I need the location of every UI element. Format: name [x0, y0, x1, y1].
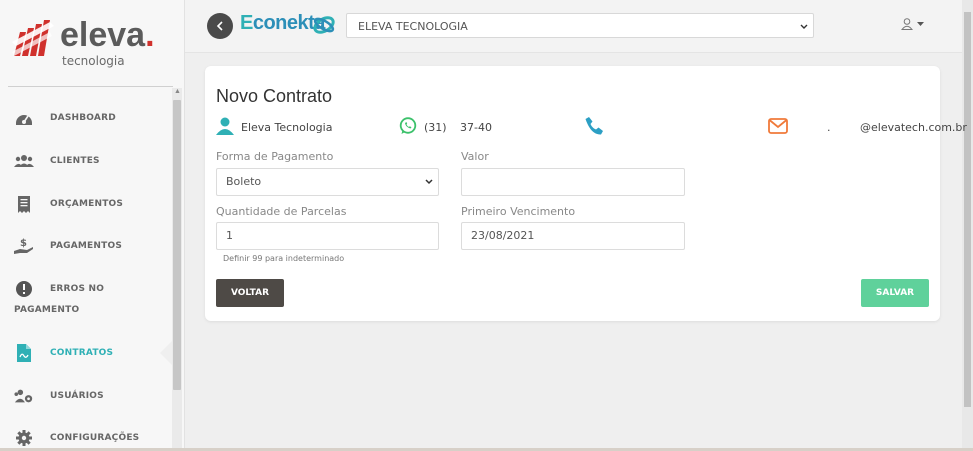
whatsapp-number: 37-40 [460, 121, 492, 134]
first-due-date-input[interactable]: 23/08/2021 [461, 222, 685, 250]
sidebar-scrollbar[interactable]: ▲ [172, 88, 182, 448]
sidebar-item-configuracoes[interactable]: CONFIGURAÇÕES [0, 428, 172, 448]
dashboard-icon [14, 108, 34, 128]
value-input[interactable] [461, 168, 685, 196]
email-prefix: . [827, 121, 831, 134]
eleva-logo-mark-icon [12, 20, 54, 56]
first-due-date-label: Primeiro Vencimento [461, 205, 576, 218]
payment-method-value: Boleto [226, 175, 262, 188]
email-domain: @elevatech.com.br [860, 121, 967, 134]
save-button[interactable]: SALVAR [861, 279, 929, 307]
sidebar-item-label: CONFIGURAÇÕES [50, 432, 140, 443]
payment-method-select[interactable]: Boleto [216, 168, 439, 196]
page-scrollbar[interactable] [962, 0, 973, 451]
company-select-value: ELEVA TECNOLOGIA [358, 20, 468, 33]
sidebar-item-clientes[interactable]: CLIENTES [0, 151, 172, 171]
page-scroll-thumb[interactable] [964, 12, 971, 407]
users-gear-icon [14, 386, 34, 406]
sidebar-item-orcamentos[interactable]: ORÇAMENTOS [0, 194, 172, 214]
person-icon [216, 117, 234, 135]
sidebar-item-label-line2: PAGAMENTO [14, 305, 80, 315]
sidebar-item-usuarios[interactable]: USUÁRIOS [0, 386, 172, 406]
sidebar-item-dashboard[interactable]: DASHBOARD [0, 108, 172, 128]
logo-wordmark: eleva. [60, 16, 155, 54]
topbar: Econekta ELEVA TECNOLOGIA [185, 0, 973, 53]
sidebar-item-label: USUÁRIOS [50, 390, 104, 401]
company-select[interactable]: ELEVA TECNOLOGIA [346, 13, 814, 38]
envelope-icon[interactable] [768, 118, 788, 134]
svg-text:$: $ [20, 238, 27, 249]
logo-subtitle: tecnologia [62, 54, 125, 68]
sidebar-item-label: DASHBOARD [50, 112, 116, 123]
eleva-logo[interactable]: eleva. tecnologia [10, 14, 170, 72]
installments-label: Quantidade de Parcelas [216, 205, 347, 218]
scroll-up-icon[interactable]: ▲ [174, 88, 181, 95]
econekta-logo-icon [313, 16, 335, 34]
money-hand-icon: $ [14, 236, 34, 256]
phone-icon[interactable] [584, 116, 604, 136]
sidebar-scroll-thumb[interactable] [173, 100, 181, 390]
payment-method-label: Forma de Pagamento [216, 150, 334, 163]
back-button-voltar[interactable]: VOLTAR [216, 279, 284, 307]
alert-circle-icon [14, 279, 34, 299]
client-name: Eleva Tecnologia [241, 121, 333, 134]
chevron-left-icon [216, 21, 223, 31]
sidebar-divider [8, 86, 173, 87]
sidebar-item-pagamentos[interactable]: $ PAGAMENTOS [0, 236, 172, 256]
sidebar-item-label: CLIENTES [50, 155, 100, 166]
user-icon [901, 18, 913, 30]
users-icon [14, 151, 34, 171]
sidebar-item-label: PAGAMENTOS [50, 240, 122, 251]
installments-hint: Definir 99 para indeterminado [223, 254, 345, 263]
back-button[interactable] [207, 13, 233, 39]
chevron-down-icon [800, 14, 808, 50]
value-label: Valor [461, 150, 489, 163]
contract-icon [14, 343, 34, 363]
sidebar-item-contratos[interactable]: CONTRATOS [0, 343, 172, 363]
sidebar-item-label: ORÇAMENTOS [50, 198, 124, 209]
installments-input[interactable]: 1 [216, 222, 439, 250]
whatsapp-icon [399, 117, 417, 134]
sidebar-item-erros-pagamento[interactable]: ERROS NO PAGAMENTO [0, 279, 172, 319]
sidebar-item-label-line1: ERROS NO [50, 284, 105, 294]
chevron-down-icon [425, 169, 433, 206]
sidebar: eleva. tecnologia DASHBOARD CLIENTES ORÇ… [0, 0, 185, 451]
whatsapp-ddd: (31) [424, 121, 447, 134]
page-title: Novo Contrato [216, 86, 333, 106]
sidebar-item-label: CONTRATOS [50, 347, 114, 358]
receipt-icon [14, 194, 34, 214]
user-menu[interactable] [901, 18, 924, 30]
caret-down-icon [917, 21, 924, 26]
new-contract-card: Novo Contrato Eleva Tecnologia (31) 37-4… [205, 66, 967, 321]
gear-icon [14, 428, 34, 448]
